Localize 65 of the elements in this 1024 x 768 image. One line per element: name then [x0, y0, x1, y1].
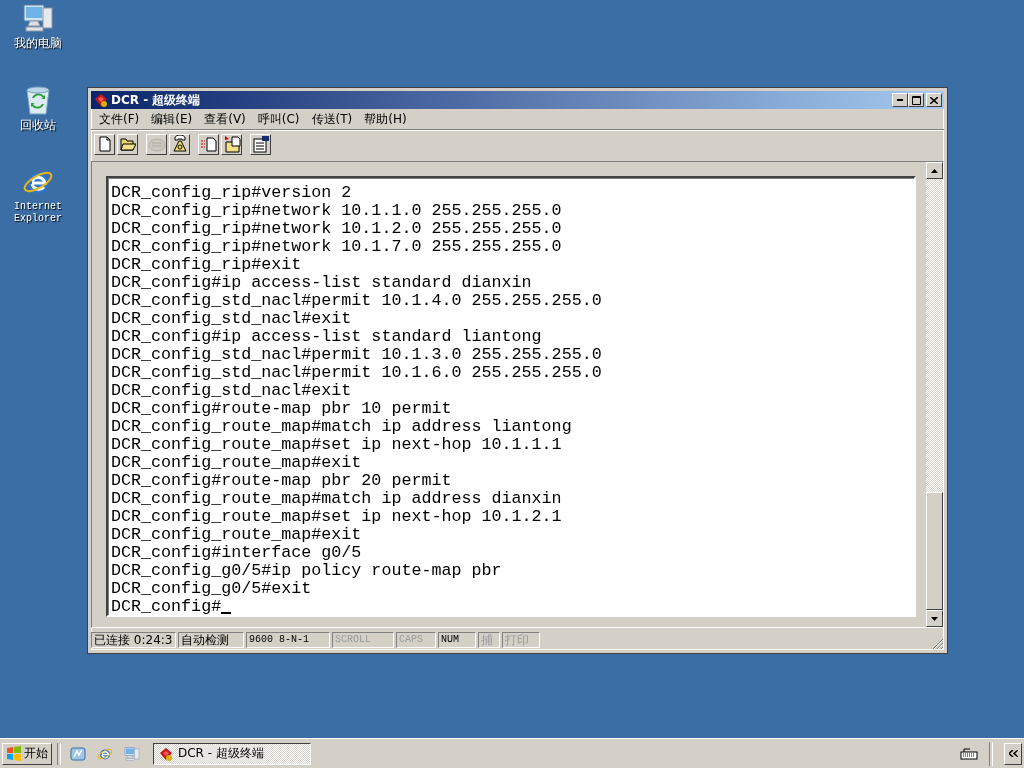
close-icon: [930, 96, 938, 104]
terminal-line: DCR_config_std_nacl#permit 10.1.3.0 255.255.255.0: [111, 346, 602, 364]
start-button[interactable]: 开始: [2, 742, 52, 765]
expand-tray-button[interactable]: [1004, 742, 1022, 765]
terminal-line: DCR_config_rip#version 2: [111, 184, 352, 202]
terminal-line: DCR_config_rip#network 10.1.1.0 255.255.255.0: [111, 202, 562, 220]
keyboard-icon[interactable]: [960, 747, 978, 760]
terminal-line: DCR_config_rip#network 10.1.2.0 255.255.255.0: [111, 220, 562, 238]
terminal-line: DCR_config_route_map#exit: [111, 526, 362, 544]
menu-item[interactable]: 帮助(H): [358, 110, 413, 128]
maximize-icon: [911, 95, 921, 105]
status-indicator: CAPS: [396, 632, 436, 648]
terminal-line: DCR_config#route-map pbr 10 permit: [111, 400, 452, 418]
status-indicator: SCROLL: [332, 632, 394, 648]
taskbar-button[interactable]: DCR - 超级终端: [153, 742, 311, 765]
desktop-icon-label[interactable]: 回收站: [20, 119, 56, 132]
terminal-line: DCR_config_route_map#set ip next-hop 10.1.1.1: [111, 436, 562, 454]
terminal-line: DCR_config_g0/5#exit: [111, 580, 312, 598]
status-indicator: 已连接 0:24:3: [91, 632, 176, 648]
minimize-button[interactable]: [892, 93, 908, 107]
terminal-line: DCR_config_rip#network 10.1.7.0 255.255.255.0: [111, 238, 562, 256]
terminal-line: DCR_config_g0/5#ip policy route-map pbr: [111, 562, 502, 580]
terminal-line: DCR_config_route_map#set ip next-hop 10.1.2.1: [111, 508, 562, 526]
terminal-line: DCR_config_std_nacl#exit: [111, 382, 352, 400]
menu-item[interactable]: 传送(T): [305, 110, 359, 128]
new-icon[interactable]: [94, 133, 115, 155]
menu-item[interactable]: 编辑(E): [145, 110, 199, 128]
menu-item[interactable]: 查看(V): [198, 110, 252, 128]
terminal-line: DCR_config_route_map#match ip address dianxin: [111, 490, 562, 508]
terminal-line: DCR_config_std_nacl#exit: [111, 310, 352, 328]
close-button[interactable]: [926, 93, 942, 107]
scroll-down-icon[interactable]: [931, 616, 938, 621]
send-icon[interactable]: [198, 133, 219, 155]
terminal-line: DCR_config#: [111, 598, 222, 615]
terminal-line: DCR_config#interface g0/5: [111, 544, 362, 562]
maximize-button[interactable]: [908, 93, 924, 107]
terminal-line: DCR_config#ip access-list standard dianxin: [111, 274, 532, 292]
hangup-icon[interactable]: [169, 133, 190, 155]
flag-icon: [6, 746, 22, 761]
open-icon[interactable]: [117, 133, 138, 155]
terminal-screen[interactable]: [106, 176, 916, 617]
minimize-icon: [897, 99, 903, 101]
status-indicator: 捕: [478, 632, 500, 648]
terminal-line: DCR_config_std_nacl#permit 10.1.6.0 255.255.255.0: [111, 364, 602, 382]
terminal-line: DCR_config_route_map#exit: [111, 454, 362, 472]
properties-icon[interactable]: [250, 133, 271, 155]
vertical-scrollbar[interactable]: [926, 162, 943, 627]
resize-grip[interactable]: [932, 638, 944, 650]
desktop-icon-label[interactable]: Internet Explorer: [9, 201, 67, 225]
status-indicator: NUM: [438, 632, 476, 648]
double-chevron-icon: [1008, 750, 1018, 757]
computer-icon[interactable]: [22, 2, 54, 34]
terminal-line: DCR_config_std_nacl#permit 10.1.4.0 255.255.255.0: [111, 292, 602, 310]
status-indicator: 自动检测: [178, 632, 244, 648]
terminal-line: DCR_config_route_map#match ip address liantong: [111, 418, 572, 436]
window-title: DCR - 超级终端: [111, 91, 202, 109]
status-indicator: 9600 8-N-1: [246, 632, 330, 648]
terminal-line: DCR_config#route-map pbr 20 permit: [111, 472, 452, 490]
terminal-line: DCR_config#ip access-list standard liantong: [111, 328, 542, 346]
menu-item[interactable]: 呼叫(C): [251, 110, 306, 128]
terminal-line: DCR_config_rip#exit: [111, 256, 302, 274]
desktop-icon-label[interactable]: 我的电脑: [14, 37, 62, 50]
receive-icon[interactable]: [221, 133, 242, 155]
menu-item[interactable]: 文件(F): [93, 110, 146, 128]
scroll-up-icon[interactable]: [931, 168, 938, 173]
